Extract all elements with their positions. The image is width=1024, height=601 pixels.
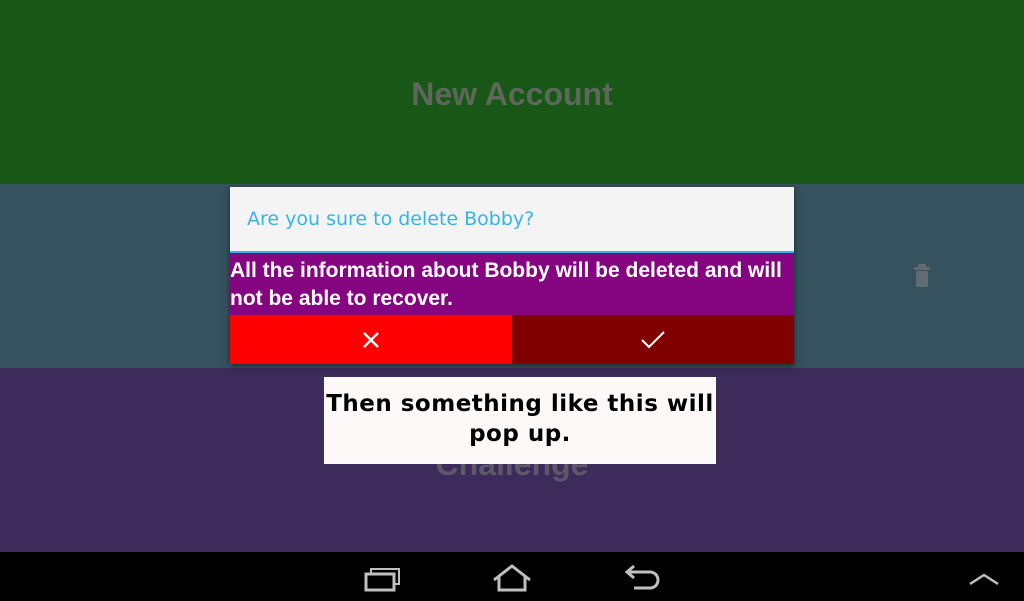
back-button[interactable] xyxy=(612,560,672,596)
cancel-button[interactable] xyxy=(230,315,512,364)
dialog-body: All the information about Bobby will be … xyxy=(230,253,794,315)
dialog-message: All the information about Bobby will be … xyxy=(230,259,782,310)
chevron-up-icon xyxy=(969,573,999,586)
check-icon xyxy=(641,330,665,348)
back-icon xyxy=(624,564,660,590)
new-account-title: New Account xyxy=(411,76,613,112)
home-icon xyxy=(493,564,531,592)
close-icon xyxy=(363,331,379,348)
recent-apps-button[interactable] xyxy=(352,560,412,596)
annotation-note: Then something like this will pop up. xyxy=(324,377,716,464)
delete-confirm-dialog: Are you sure to delete Bobby? All the in… xyxy=(230,187,794,364)
menu-up-button[interactable] xyxy=(954,560,1014,596)
new-account-panel[interactable]: New Account xyxy=(0,0,1024,184)
confirm-button[interactable] xyxy=(512,315,794,364)
system-navigation-bar xyxy=(0,552,1024,600)
recent-apps-icon xyxy=(364,568,400,592)
trash-icon[interactable] xyxy=(913,264,931,288)
dialog-title: Are you sure to delete Bobby? xyxy=(247,208,535,230)
dialog-header: Are you sure to delete Bobby? xyxy=(230,187,794,253)
home-button[interactable] xyxy=(482,560,542,596)
